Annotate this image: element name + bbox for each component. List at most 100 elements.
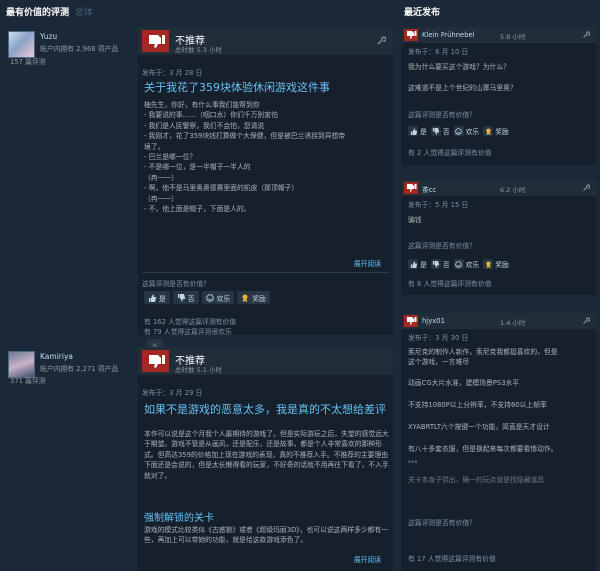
recent-review-header: hjyx01 1.4 小时 [402,313,596,329]
products-owned[interactable]: 帐户内拥有 2,271 项产品 [40,363,118,373]
review-card: Yuzu 帐户内拥有 2,968 项产品 157 篇评测 不推荐 总时数 5.3… [4,27,393,355]
vote-yes-button[interactable]: 是 [408,125,427,137]
recent-review-header: Klein Frühnebel 5.8 小时 [402,27,596,43]
content-line: （冉一一） [144,194,178,203]
divider [142,272,389,273]
avatar[interactable] [8,351,35,378]
author-name[interactable]: 茶cc [422,184,436,194]
content-line: - 我刚才，花了359块钱打算做个大保健，但是被巴兰诱拐到异想帝 [144,132,346,141]
review-card: Kamiriya 帐户内拥有 2,271 项产品 371 篇评测 不推荐 总时数… [4,347,393,571]
vote-yes-button[interactable]: 是 [408,258,427,270]
vote-funny-button[interactable]: 欢乐 [201,291,235,304]
helpful-question: 这篇评测是否有价值？ [142,280,210,288]
content-line: - 不是哪一位，是一半帽子一半人的 [144,163,251,172]
hours-played: 总时数 5.1 小时 [175,366,222,374]
review-author-block: Kamiriya 帐户内拥有 2,271 项产品 371 篇评测 [4,347,136,571]
vote-funny-button[interactable]: 欢乐 [453,125,480,137]
thumbs-down-icon [430,126,441,136]
vote-funny-button[interactable]: 欢乐 [453,258,480,270]
helpful-question: 这篇评测是否有价值？ [408,111,476,119]
award-button[interactable]: 奖励 [483,125,509,137]
vote-header: 不推荐 总时数 5.3 小时 [138,27,393,55]
recent-review-card: 茶cc 6.2 小时 发布于：5 月 15 日 骗钱 这篇评测是否有价值？ 是 … [402,180,596,295]
review-text: 不支持1080P以上分辨率，不支持60以上帧率 [408,401,547,409]
smiley-icon [205,293,214,302]
thumbs-down-icon [430,259,441,269]
helpful-count: 有 162 人觉得这篇评测有价值 [144,318,237,326]
helpful-question: 这篇评测是否有价值？ [408,242,476,250]
products-owned[interactable]: 帐户内拥有 2,968 项产品 [40,43,118,53]
funny-count: 有 79 人觉得这篇评测很欢乐 [144,328,232,336]
posted-date: 发布于：6 月 10 日 [408,48,469,56]
award-label: 奖励 [252,294,266,303]
author-name[interactable]: hjyx01 [422,317,445,325]
review-text: 动画CG大片水准，建模场景PS3水平 [408,379,520,387]
author-name[interactable]: Klein Frühnebel [422,31,475,39]
award-button[interactable]: 奖励 [237,291,270,304]
author-name[interactable]: Kamiriya [40,352,73,361]
smiley-icon [453,126,464,136]
vote-yes-button[interactable]: 是 [144,291,170,304]
review-title[interactable]: 如果不是游戏的恶意太多，我是真的不太想给差评 [144,403,392,417]
vote-funny-label: 欢乐 [216,294,231,303]
expand-link[interactable]: 展开阅读 [354,554,381,564]
avatar[interactable] [8,31,35,58]
recent-review-header: 茶cc 6.2 小时 [402,180,596,196]
vote-no-button[interactable]: 否 [172,291,199,304]
vote-no-label: 否 [187,294,195,303]
content-fade [138,227,393,245]
content-line: 境了。 [144,142,165,151]
thumbs-up-icon [149,294,156,302]
smiley-icon [453,259,464,269]
thumbs-down-icon [404,29,418,41]
thumbs-down-icon [404,315,418,327]
award-label: 奖励 [495,261,509,269]
review-count[interactable]: 371 篇评测 [10,375,46,385]
posted-date: 发布于：5 月 15 日 [408,201,469,209]
thumbs-down-icon [142,30,169,52]
vote-no-label: 否 [442,261,450,269]
content-line: - 不，他上面是帽子，下面是人的。 [144,205,251,214]
vote-no-label: 否 [442,128,450,136]
hours-played: 总时数 5.3 小时 [175,46,222,54]
gear-icon[interactable] [582,184,590,192]
expand-link[interactable]: 展开阅读 [354,258,381,268]
author-name[interactable]: Yuzu [40,32,57,41]
vote-funny-label: 欢乐 [465,128,480,136]
vote-no-button[interactable]: 否 [430,125,450,137]
posted-date: 发布于：3 月 30 日 [408,334,469,342]
helpful-question: 这篇评测是否有价值？ [408,519,476,527]
award-icon [483,259,494,269]
award-icon [483,126,494,136]
gear-icon[interactable] [582,317,590,325]
gear-icon[interactable] [376,36,386,46]
thumbs-down-icon [177,293,185,301]
thumbs-up-icon [408,259,418,269]
vote-header: 不推荐 总时数 5.1 小时 [138,347,393,375]
most-helpful-title: 最有价值的评测 [6,8,70,18]
award-button[interactable]: 奖励 [483,258,509,270]
vote-no-button[interactable]: 否 [430,258,450,270]
review-text: 骗钱 [408,216,422,224]
review-body: 不推荐 总时数 5.3 小时 发布于：3 月 28 日 关于我花了359块体验休… [138,27,393,336]
review-count[interactable]: 157 篇评测 [10,56,46,66]
review-content: 柚先生，你好，有什么事我们能帮到你 - 我要说的事……（咽口水）你们千万别害怕 … [144,100,390,245]
content-line: - 巴兰是哪一位？ [144,153,197,162]
thumbs-down-icon [142,350,169,372]
vote-funny-label: 欢乐 [465,261,480,269]
content-line: - 我们是人民警察，我们不会怕，您请说 [144,121,265,130]
review-text: XYABRTLT六个按键一个功能，简直是天才设计 [408,423,550,431]
thumbs-down-icon [404,182,418,194]
posted-date: 发布于：3 月 28 日 [142,69,203,77]
review-body: 不推荐 总时数 5.1 小时 发布于：3 月 29 日 如果不是游戏的恶意太多，… [138,347,393,571]
posted-date: 发布于：3 月 29 日 [142,389,203,397]
content-line: （冉一一） [144,173,178,182]
most-helpful-header: 最有价值的评测 总体 [6,0,93,26]
gear-icon[interactable] [582,31,590,39]
review-subtitle: 强制解锁的关卡 [144,513,214,524]
recent-review-card: hjyx01 1.4 小时 发布于：3 月 30 日 索尼克的制作人新作，索尼克… [402,313,596,571]
thumbs-up-icon [408,126,418,136]
review-text: 这难道不是上个世纪的山寨马里奥？ [408,84,517,92]
overall-label[interactable]: 总体 [75,8,93,18]
review-title[interactable]: 关于我花了359块体验休闲游戏这件事 [144,81,392,95]
